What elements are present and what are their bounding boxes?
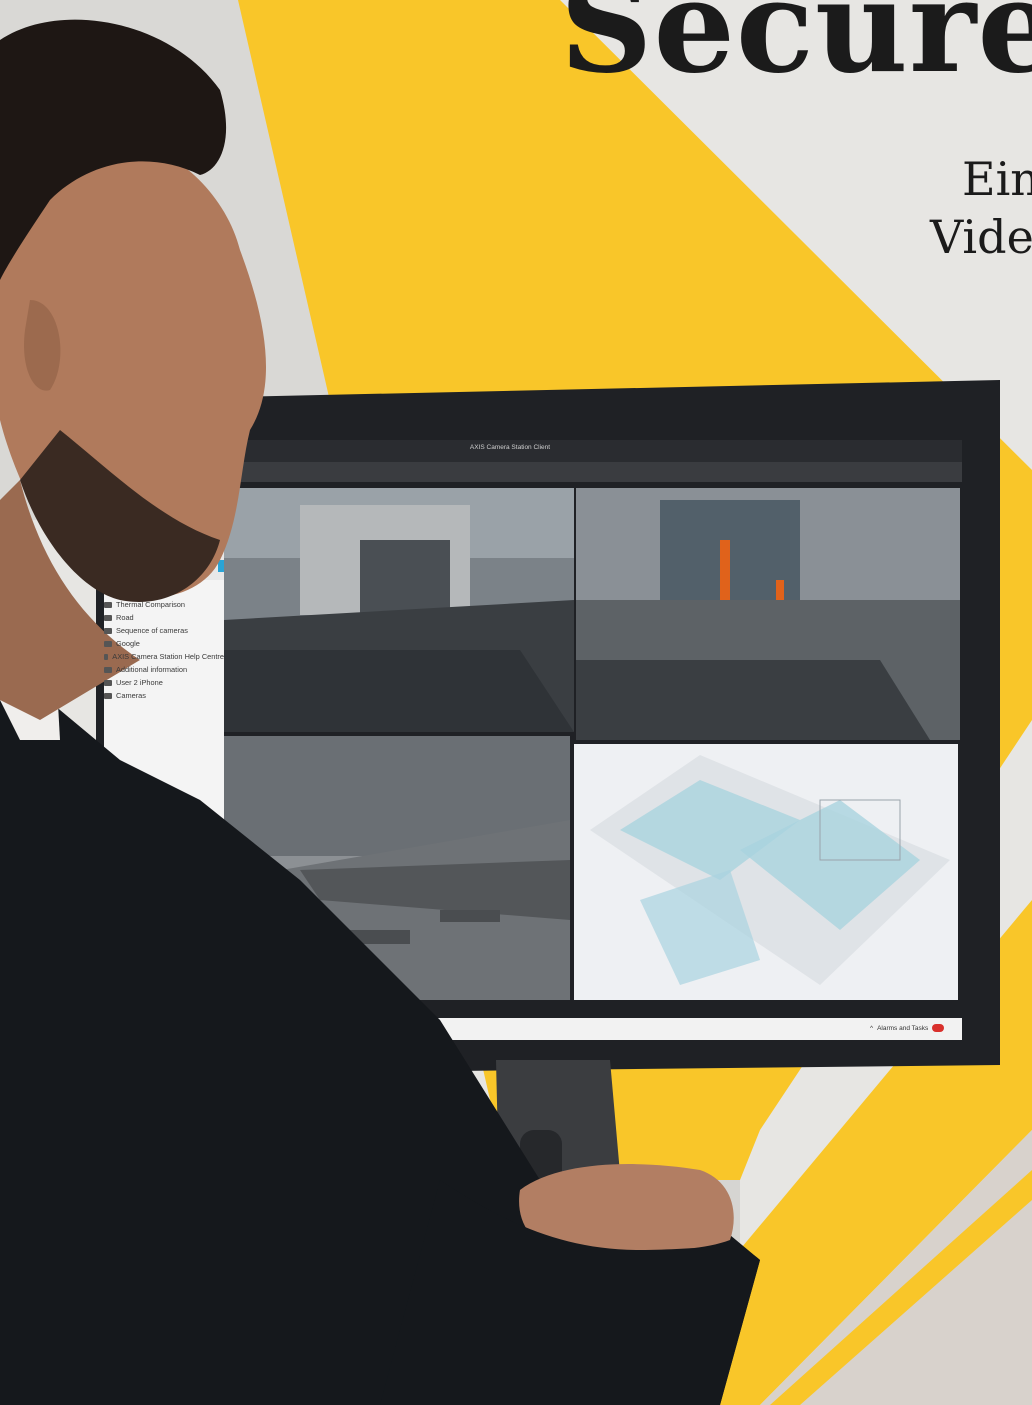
monitor-side-panel: Thermal Comparison Road Sequence of came… — [104, 598, 224, 702]
side-panel-label: Google — [116, 639, 140, 648]
side-panel-item[interactable]: User 2 iPhone — [104, 676, 224, 689]
side-panel-item[interactable]: Google — [104, 637, 224, 650]
side-panel-label: Thermal Comparison — [116, 600, 186, 609]
globe-icon — [104, 653, 109, 660]
video-tile-floorplan — [574, 744, 958, 1000]
folder-icon — [104, 692, 112, 699]
side-panel-label: Additional information — [116, 665, 188, 674]
side-panel-item[interactable]: Cameras — [104, 689, 224, 702]
grid-icon — [104, 614, 112, 621]
side-panel-label: Sequence of cameras — [116, 626, 188, 635]
side-panel-label: Road — [116, 613, 134, 622]
side-panel-label: Cameras — [116, 691, 146, 700]
alarms-and-tasks-bar[interactable]: ^ Alarms and Tasks — [870, 1024, 945, 1032]
side-panel-item[interactable]: AXIS Camera Station Help Centre — [104, 650, 224, 663]
side-panel-item[interactable]: Road — [104, 611, 224, 624]
chevron-up-icon: ^ — [870, 1024, 874, 1032]
globe-icon — [104, 640, 112, 647]
photo-scene — [0, 0, 1032, 1405]
side-panel-label: AXIS Camera Station Help Centre — [112, 652, 224, 661]
monitor-window-title: AXIS Camera Station Client — [469, 444, 551, 451]
alarms-label: Alarms and Tasks — [877, 1024, 929, 1032]
video-tile-building — [224, 488, 574, 732]
subline-line-1: Ein — [962, 152, 1032, 206]
sequence-icon — [104, 627, 112, 634]
grid-icon — [104, 601, 112, 608]
side-panel-item[interactable]: Sequence of cameras — [104, 624, 224, 637]
subline-line-2: Vide — [930, 210, 1032, 264]
side-panel-item[interactable]: Thermal Comparison — [104, 598, 224, 611]
side-panel-label: User 2 iPhone — [116, 678, 163, 687]
folder-icon — [104, 666, 112, 673]
user-icon — [104, 679, 112, 686]
video-tile-garage — [576, 488, 960, 740]
headline-text: Secure — [560, 0, 1032, 102]
side-panel-item[interactable]: Additional information — [104, 663, 224, 676]
alarm-count-badge — [932, 1024, 945, 1032]
